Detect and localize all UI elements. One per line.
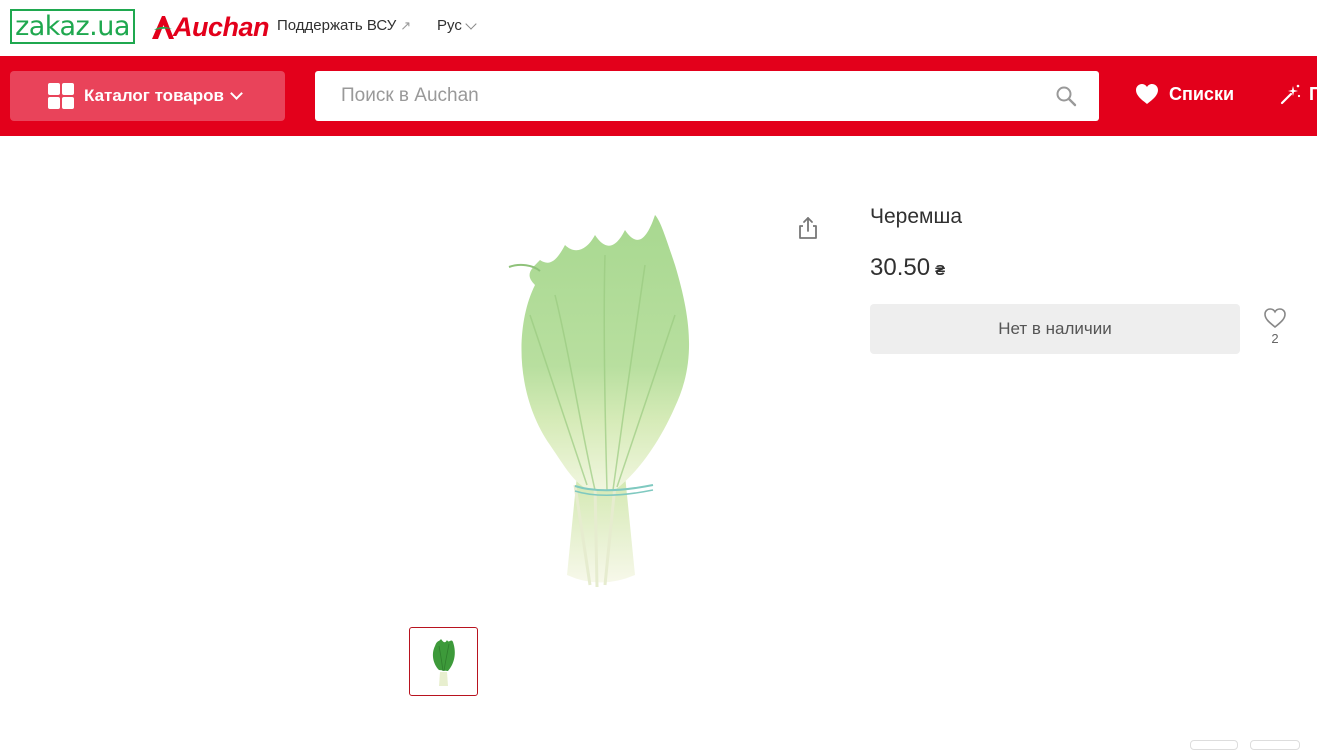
search-input[interactable]	[315, 71, 1041, 121]
promo-button[interactable]: П	[1279, 83, 1317, 105]
product-price: 30.50 ₴	[870, 254, 945, 282]
top-strip: zakaz.ua Auchan Поддержать ВСУ ↗ Рус	[0, 0, 1317, 56]
support-link[interactable]: Поддержать ВСУ ↗	[277, 17, 411, 34]
catalog-button-label: Каталог товаров	[84, 86, 224, 105]
price-value: 30.50	[870, 254, 931, 281]
chevron-down-icon	[465, 17, 477, 30]
catalog-button[interactable]: Каталог товаров	[10, 71, 285, 121]
sparkle-wand-icon	[1280, 84, 1301, 105]
bottom-control[interactable]	[1190, 740, 1238, 750]
search-bar	[315, 71, 1099, 121]
thumbnail-image	[432, 638, 455, 686]
external-arrow-icon: ↗	[400, 17, 412, 33]
main-navbar: Каталог товаров Списки П	[0, 56, 1317, 136]
support-link-label: Поддержать ВСУ	[277, 17, 397, 34]
bottom-control[interactable]	[1250, 740, 1300, 750]
zakaz-logo[interactable]: zakaz.ua	[10, 9, 135, 44]
lists-button[interactable]: Списки	[1135, 83, 1234, 105]
product-thumbnail[interactable]	[409, 627, 478, 696]
promo-label: П	[1309, 83, 1317, 104]
lists-label: Списки	[1169, 83, 1235, 104]
currency-symbol: ₴	[935, 262, 946, 279]
heart-outline-icon	[1264, 308, 1286, 329]
grid-icon	[48, 83, 74, 109]
language-label: Рус	[437, 17, 462, 34]
product-image	[508, 215, 690, 588]
auchan-logo-text: Auchan	[173, 11, 270, 42]
chevron-down-icon	[230, 87, 243, 100]
share-icon	[799, 217, 817, 239]
add-to-favorites-button[interactable]: 2	[1258, 307, 1292, 353]
favorites-count: 2	[1271, 331, 1279, 346]
product-title: Черемша	[870, 205, 962, 228]
language-selector[interactable]: Рус	[437, 17, 477, 34]
out-of-stock-button[interactable]: Нет в наличии	[870, 304, 1240, 354]
auchan-logo[interactable]: Auchan	[150, 10, 270, 44]
share-button[interactable]	[794, 214, 822, 242]
search-icon[interactable]	[1041, 71, 1091, 121]
heart-icon	[1136, 84, 1158, 104]
